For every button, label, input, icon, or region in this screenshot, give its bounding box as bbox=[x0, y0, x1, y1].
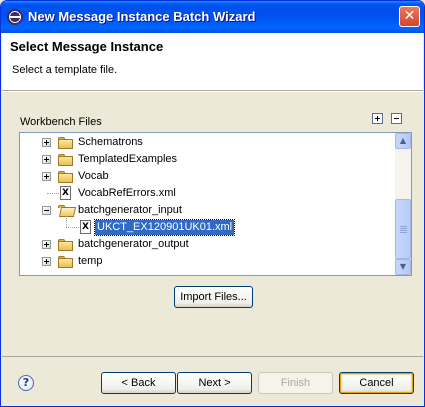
tree-item-label: TemplatedExamples bbox=[78, 153, 178, 165]
tree-scrollbar[interactable]: ▲ ▼ bbox=[395, 133, 411, 275]
title-bar[interactable]: New Message Instance Batch Wizard ✕ bbox=[1, 1, 424, 33]
tree-item-label: Vocab bbox=[78, 170, 109, 182]
tree-item-schematrons[interactable]: Schematrons bbox=[20, 134, 396, 151]
xml-file-icon: X bbox=[60, 186, 71, 200]
help-icon[interactable]: ? bbox=[18, 375, 34, 391]
folder-icon bbox=[58, 239, 74, 251]
finish-button[interactable]: Finish bbox=[258, 372, 333, 394]
folder-icon bbox=[58, 137, 74, 149]
window-title: New Message Instance Batch Wizard bbox=[28, 9, 256, 24]
expand-all-icon[interactable] bbox=[372, 113, 383, 124]
collapse-icon[interactable] bbox=[42, 206, 51, 215]
expand-icon[interactable] bbox=[42, 257, 51, 266]
header-separator bbox=[2, 91, 423, 92]
tree-item-vocab[interactable]: Vocab bbox=[20, 168, 396, 185]
tree-item-label: VocabRefErrors.xml bbox=[78, 187, 176, 199]
back-button[interactable]: < Back bbox=[101, 372, 176, 394]
scroll-down-icon[interactable]: ▼ bbox=[395, 259, 411, 275]
expand-icon[interactable] bbox=[42, 155, 51, 164]
next-button[interactable]: Next > bbox=[177, 372, 252, 394]
expand-icon[interactable] bbox=[42, 240, 51, 249]
tree-item-label: Schematrons bbox=[78, 136, 143, 148]
wizard-window: New Message Instance Batch Wizard ✕ Sele… bbox=[0, 0, 425, 407]
cancel-button[interactable]: Cancel bbox=[339, 372, 414, 394]
folder-icon bbox=[58, 154, 74, 166]
scroll-up-icon[interactable]: ▲ bbox=[395, 133, 411, 149]
tree-item-batchgenerator-output[interactable]: batchgenerator_output bbox=[20, 236, 396, 253]
tree-item-label: batchgenerator_input bbox=[78, 204, 182, 216]
expand-icon[interactable] bbox=[42, 172, 51, 181]
folder-icon bbox=[58, 256, 74, 268]
import-files-button[interactable]: Import Files... bbox=[174, 286, 253, 308]
wizard-header: Select Message Instance Select a templat… bbox=[2, 33, 423, 91]
workbench-files-label: Workbench Files bbox=[20, 116, 102, 128]
footer-separator bbox=[2, 356, 423, 357]
page-description: Select a template file. bbox=[12, 64, 118, 76]
tree-item-label: UKCT_EX120901UK01.xml bbox=[93, 219, 236, 236]
workbench-files-tree[interactable]: Schematrons TemplatedExamples Vocab X Vo… bbox=[19, 132, 412, 276]
expand-icon[interactable] bbox=[42, 138, 51, 147]
tree-item-label: temp bbox=[78, 255, 103, 267]
tree-item-label: batchgenerator_output bbox=[78, 238, 189, 250]
tree-item-batchgenerator-input[interactable]: batchgenerator_input bbox=[20, 202, 396, 219]
close-button[interactable]: ✕ bbox=[399, 6, 420, 27]
tree-item-temp[interactable]: temp bbox=[20, 253, 396, 270]
tree-item-ukct-ex120901uk01[interactable]: X UKCT_EX120901UK01.xml bbox=[20, 216, 396, 236]
xml-file-icon: X bbox=[80, 220, 91, 234]
scroll-thumb[interactable] bbox=[395, 199, 411, 259]
tree-item-templatedexamples[interactable]: TemplatedExamples bbox=[20, 151, 396, 168]
tree-item-vocabreferrors[interactable]: X VocabRefErrors.xml bbox=[20, 185, 396, 202]
eclipse-icon bbox=[7, 9, 23, 25]
collapse-all-icon[interactable] bbox=[391, 113, 402, 124]
page-title: Select Message Instance bbox=[10, 39, 164, 54]
folder-icon bbox=[58, 171, 74, 183]
